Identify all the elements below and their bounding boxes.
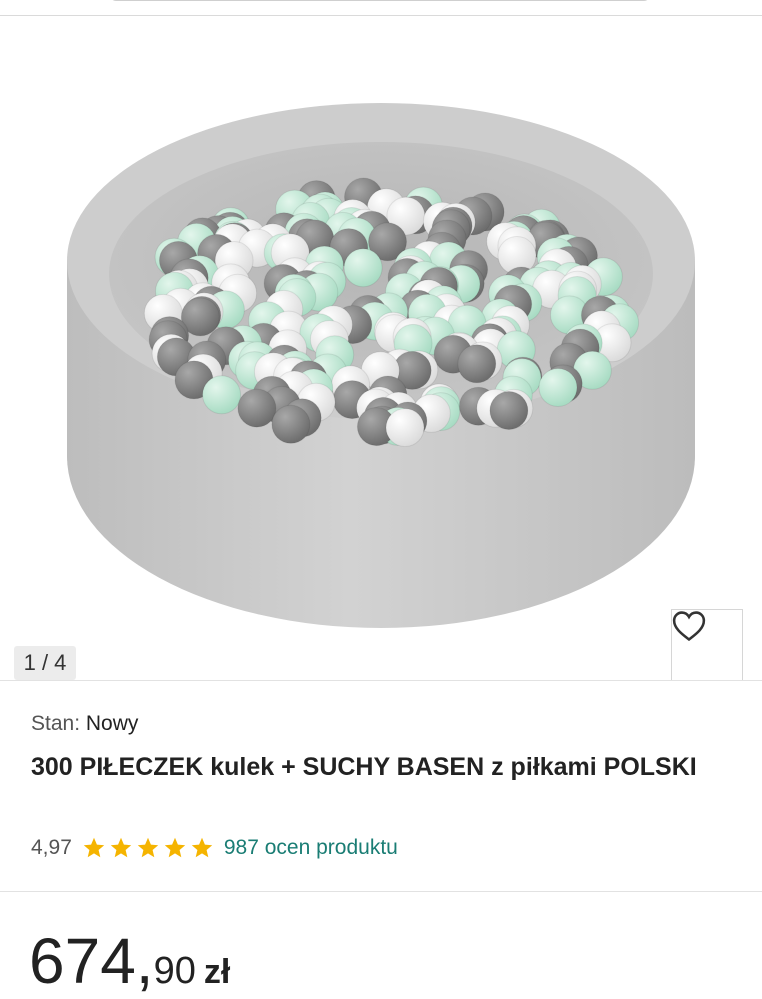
product-title: 300 PIŁECZEK kulek + SUCHY BASEN z piłka… bbox=[31, 753, 697, 781]
condition-label: Stan: bbox=[31, 712, 81, 735]
rating-row[interactable]: 4,97 987 ocen produktu bbox=[31, 833, 398, 863]
favorite-button[interactable] bbox=[671, 609, 743, 680]
ball bbox=[202, 375, 242, 415]
ball bbox=[385, 408, 425, 448]
ball bbox=[343, 248, 383, 288]
price-main: 674, bbox=[29, 925, 154, 997]
product-image[interactable] bbox=[0, 16, 762, 680]
star-icon bbox=[110, 837, 132, 858]
star-icon bbox=[164, 837, 186, 858]
price-cents: 90 bbox=[153, 950, 196, 992]
price: 674,90 zł bbox=[29, 924, 230, 999]
product-gallery[interactable]: 1 / 4 bbox=[0, 16, 762, 680]
rating-stars bbox=[82, 836, 214, 860]
image-counter: 1 / 4 bbox=[14, 646, 76, 680]
heart-icon bbox=[672, 611, 706, 642]
top-bar bbox=[0, 0, 762, 16]
star-icon bbox=[83, 837, 105, 858]
rating-value: 4,97 bbox=[31, 836, 72, 859]
ball bbox=[271, 404, 311, 444]
price-currency: zł bbox=[203, 953, 231, 991]
star-icon bbox=[191, 837, 213, 858]
ball bbox=[489, 391, 529, 430]
search-bar-edge[interactable] bbox=[110, 0, 650, 1]
ball bbox=[538, 368, 578, 407]
ball bbox=[237, 388, 277, 428]
divider bbox=[0, 891, 762, 892]
star-icon bbox=[137, 837, 159, 858]
ball bbox=[457, 344, 497, 384]
rating-count-link[interactable]: 987 ocen produktu bbox=[224, 836, 398, 860]
condition-row: Stan: Nowy bbox=[31, 712, 138, 736]
divider bbox=[0, 680, 762, 681]
condition-value: Nowy bbox=[85, 712, 139, 735]
